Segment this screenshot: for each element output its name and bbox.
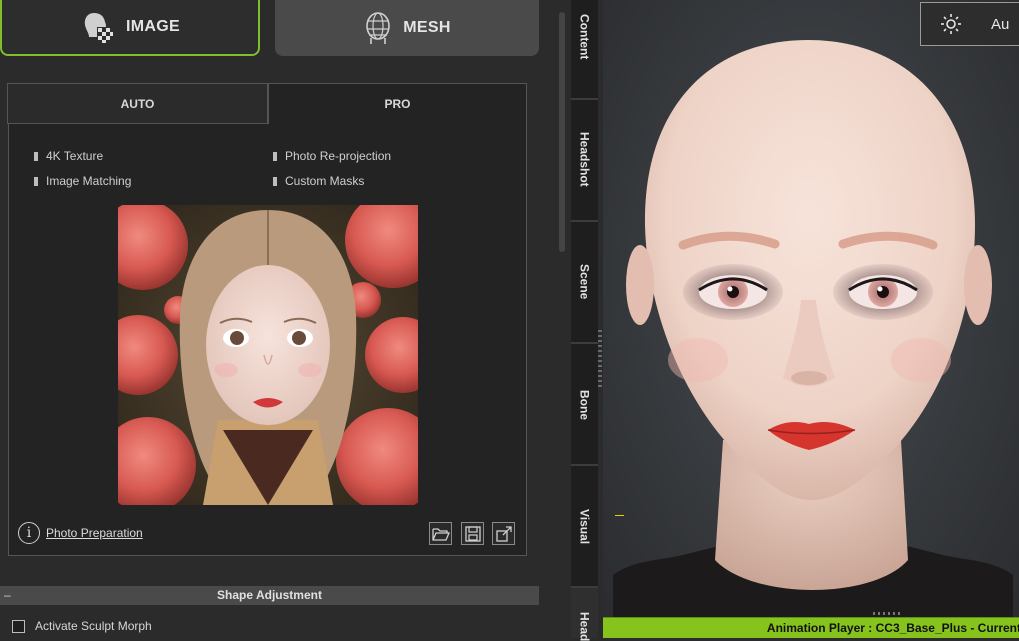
tab-head-label: Head — [577, 612, 592, 641]
lighting-control[interactable]: Au — [920, 2, 1019, 46]
feature-photo-reprojection: Photo Re-projection — [273, 149, 391, 163]
feature-4k-texture: 4K Texture — [34, 149, 103, 163]
save-button[interactable] — [461, 522, 484, 545]
feature-label: Image Matching — [46, 174, 132, 188]
feature-label: Custom Masks — [285, 174, 365, 188]
side-tab-bar: Content Headshot Scene Bone Visual Head — [571, 0, 598, 641]
mesh-mode-button[interactable]: MESH — [275, 0, 539, 56]
sculpt-morph-label: Activate Sculpt Morph — [35, 619, 152, 633]
feature-label: Photo Re-projection — [285, 149, 392, 163]
activate-sculpt-morph-row[interactable]: Activate Sculpt Morph — [12, 619, 152, 633]
sculpt-morph-checkbox[interactable] — [12, 619, 25, 633]
tab-scene-label: Scene — [577, 264, 592, 300]
export-icon — [495, 525, 512, 542]
shape-adjustment-header[interactable]: – Shape Adjustment — [0, 586, 539, 605]
tab-content-label: Content — [577, 14, 592, 60]
tab-scene[interactable]: Scene — [571, 222, 598, 344]
tab-content[interactable]: Content — [571, 0, 598, 100]
feature-label: 4K Texture — [46, 149, 104, 163]
save-icon — [464, 525, 481, 542]
tab-strip: AUTO PRO — [7, 83, 527, 125]
portrait-image — [118, 205, 418, 505]
tab-headshot[interactable]: Headshot — [571, 100, 598, 222]
left-panel: IMAGE MESH AUTO PRO 4K Texture Photo Re-… — [0, 0, 552, 638]
panel-resize-grip[interactable] — [598, 330, 602, 388]
mesh-mode-label: MESH — [403, 19, 451, 36]
info-icon[interactable]: i — [18, 522, 40, 544]
open-folder-button[interactable] — [429, 522, 452, 545]
feature-custom-masks: Custom Masks — [273, 174, 364, 188]
bullet-icon — [273, 151, 277, 161]
tab-pro[interactable]: PRO — [268, 83, 527, 124]
animation-player-text: Animation Player : CC3_Base_Plus - Curre… — [766, 621, 1019, 635]
lighting-label: Au — [991, 15, 1010, 33]
shape-adjustment-title: Shape Adjustment — [217, 588, 322, 602]
tab-head[interactable]: Head — [571, 588, 598, 641]
photo-preparation-link[interactable]: Photo Preparation — [46, 526, 143, 540]
tab-auto[interactable]: AUTO — [7, 83, 268, 124]
character-head-render — [613, 40, 1013, 617]
tab-visual-label: Visual — [577, 509, 592, 545]
tab-visual[interactable]: Visual — [571, 466, 598, 588]
collapse-icon[interactable]: – — [4, 586, 11, 605]
bullet-icon — [34, 151, 38, 161]
image-mode-button[interactable]: IMAGE — [0, 0, 260, 56]
tab-headshot-label: Headshot — [577, 132, 592, 187]
bullet-icon — [34, 176, 38, 186]
image-mode-label: IMAGE — [126, 18, 180, 35]
image-mode-icon — [84, 13, 114, 43]
viewport-resize-grip[interactable] — [873, 612, 903, 615]
sun-icon — [941, 14, 961, 34]
mesh-mode-icon — [366, 12, 391, 44]
folder-open-icon — [431, 527, 450, 541]
feature-image-matching: Image Matching — [34, 174, 131, 188]
viewport-marker — [615, 515, 624, 516]
tab-bone-label: Bone — [577, 390, 592, 420]
bullet-icon — [273, 176, 277, 186]
animation-player-bar[interactable]: Animation Player : CC3_Base_Plus - Curre… — [603, 617, 1019, 638]
source-photo[interactable] — [118, 205, 418, 505]
photo-preparation-row: i Photo Preparation — [18, 522, 143, 544]
export-button[interactable] — [492, 522, 515, 545]
3d-viewport[interactable] — [603, 0, 1019, 617]
scrollbar-thumb[interactable] — [559, 12, 565, 252]
tab-bone[interactable]: Bone — [571, 344, 598, 466]
